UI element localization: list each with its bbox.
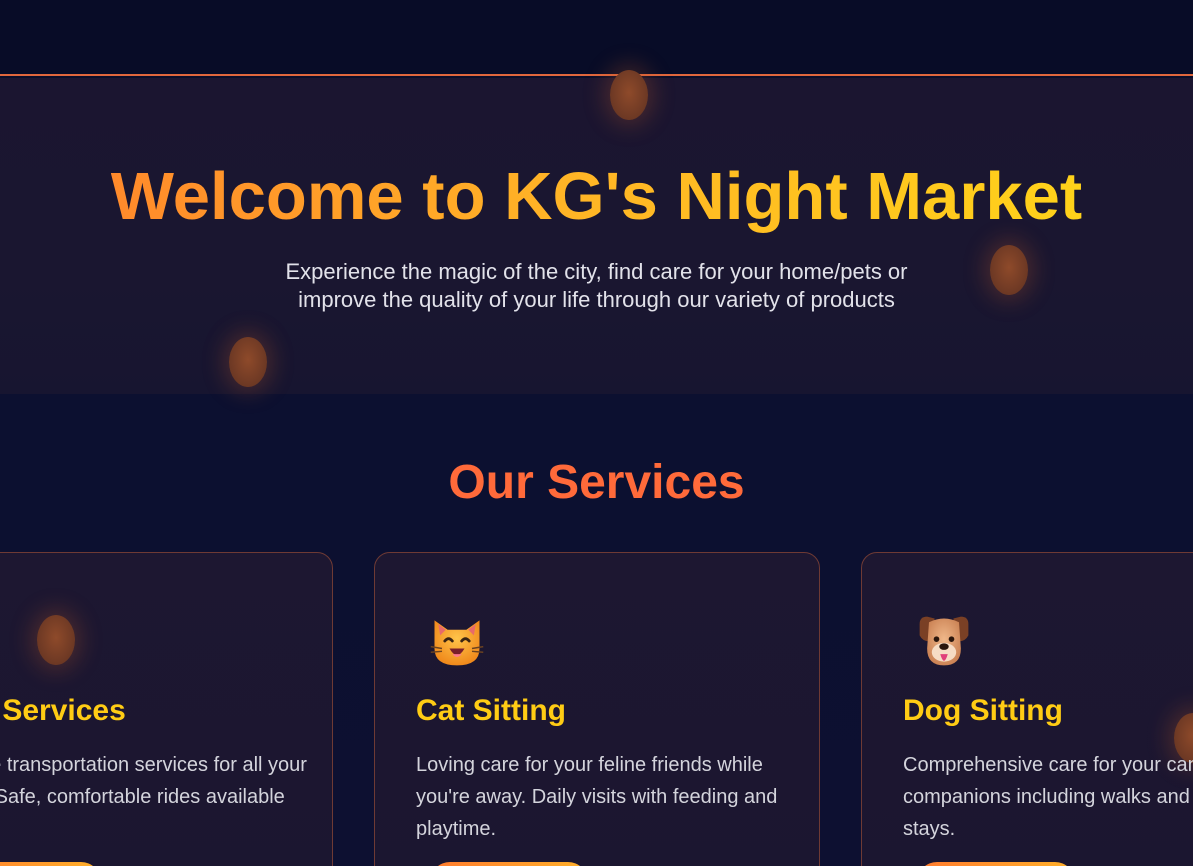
lantern-orb-decoration [37, 615, 75, 665]
hero-section [0, 78, 1193, 394]
top-nav-bar [0, 0, 1193, 76]
lantern-orb-decoration [990, 245, 1028, 295]
lantern-orb-decoration [229, 337, 267, 387]
service-card-cat-sitting: Cat Sitting Loving care for your feline … [374, 552, 820, 866]
dog-face-icon [919, 616, 969, 666]
service-card-description: Comprehensive care for your canine compa… [903, 754, 1193, 840]
service-card-title: Cat Sitting [416, 694, 566, 727]
service-card-button[interactable] [917, 862, 1075, 866]
hero-title: Welcome to KG's Night Market [110, 159, 1083, 234]
service-card-button[interactable] [430, 862, 588, 866]
service-card-title: Ride Services [0, 694, 126, 727]
service-card-title: Dog Sitting [903, 694, 1063, 727]
service-card-description: Loving care for your feline friends whil… [416, 754, 778, 840]
page: Welcome to KG's Night Market Experience … [0, 0, 1193, 866]
service-card-description: Reliable transportation services for all… [0, 754, 307, 808]
service-card-button[interactable] [0, 862, 101, 866]
service-card-ride: Ride Services Reliable transportation se… [0, 552, 333, 866]
lantern-orb-decoration [610, 70, 648, 120]
services-section-title: Our Services [448, 456, 745, 509]
service-card-dog-sitting: Dog Sitting Comprehensive care for your … [861, 552, 1193, 866]
cat-face-icon [430, 620, 484, 666]
hero-subtitle: Experience the magic of the city, find c… [285, 259, 908, 312]
